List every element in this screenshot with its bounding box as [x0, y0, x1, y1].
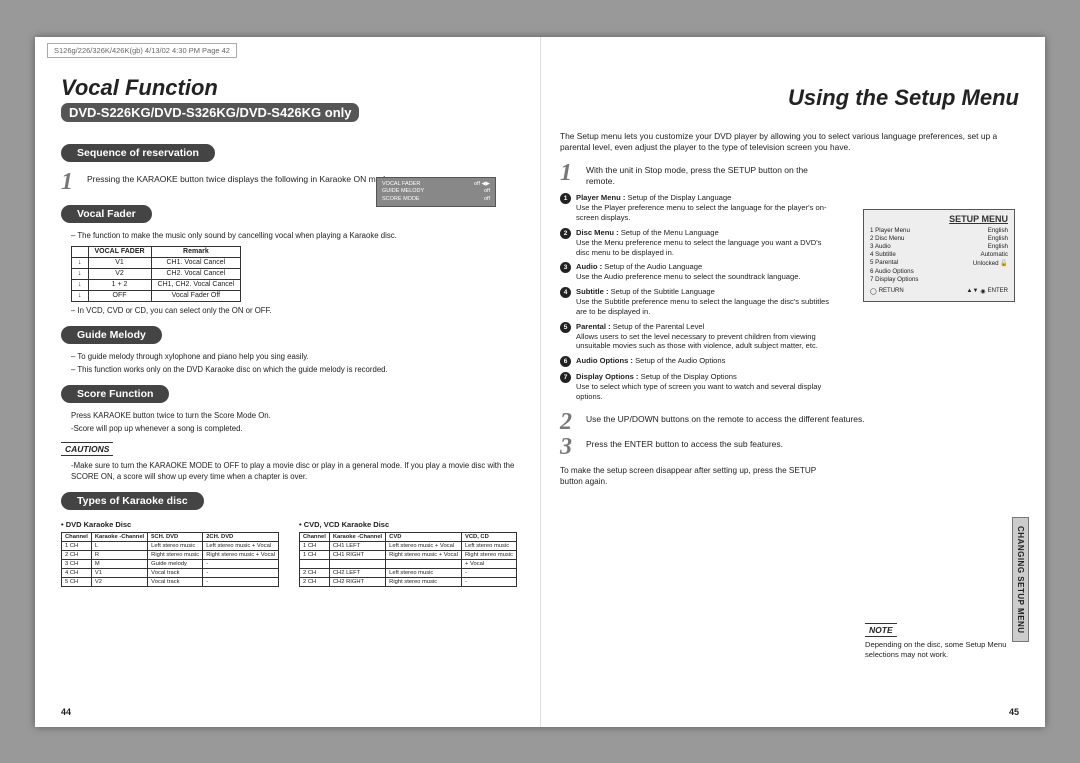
left-subtitle: DVD-S226KG/DVD-S326KG/DVD-S426KG only	[61, 103, 359, 122]
cautions-heading: CAUTIONS	[61, 442, 113, 456]
circle-6-icon: 6	[560, 356, 571, 367]
setup-menu-title: SETUP MENU	[870, 214, 1008, 224]
note-text: Depending on the disc, some Setup Menu s…	[865, 640, 1015, 661]
step-num-1: 1	[61, 172, 79, 194]
vf-note: – In VCD, CVD or CD, you can select only…	[71, 306, 520, 317]
section-seq: Sequence of reservation	[61, 144, 215, 162]
ktype-dvd: DVD Karaoke Disc	[61, 520, 279, 529]
right-intro: The Setup menu lets you customize your D…	[560, 131, 1019, 154]
page-number-right: 45	[1009, 707, 1019, 717]
enter-icon: ◉	[980, 288, 985, 295]
page-number-left: 44	[61, 707, 71, 717]
r-step-num-1: 1	[560, 163, 578, 187]
gm-2: – This function works only on the DVD Ka…	[71, 365, 520, 376]
return-icon: ◯	[870, 288, 877, 295]
section-types: Types of Karaoke disc	[61, 492, 204, 510]
nav-icon: ▲▼	[967, 288, 979, 294]
ktype-cvd: CVD, VCD Karaoke Disc	[299, 520, 517, 529]
step-1-text: Pressing the KARAOKE button twice displa…	[87, 172, 392, 194]
cautions-text: -Make sure to turn the KARAOKE MODE to O…	[71, 461, 520, 482]
note-heading: NOTE	[865, 623, 897, 637]
r-step-3: Press the ENTER button to access the sub…	[586, 437, 783, 459]
left-title: Vocal Function	[61, 75, 520, 101]
vf-desc: – The function to make the music only so…	[71, 231, 520, 242]
cvd-karaoke-table: ChannelKaraoke -ChannelCVDVCD, CD 1 CHCH…	[299, 532, 517, 587]
page-left: Vocal Function DVD-S226KG/DVD-S326KG/DVD…	[35, 37, 540, 727]
right-title: Using the Setup Menu	[560, 85, 1019, 111]
r-step-1: With the unit in Stop mode, press the SE…	[586, 163, 826, 187]
r-step-num-2: 2	[560, 412, 578, 434]
r-step-2: Use the UP/DOWN buttons on the remote to…	[586, 412, 865, 434]
gm-1: – To guide melody through xylophone and …	[71, 352, 520, 363]
circle-7-icon: 7	[560, 372, 571, 383]
circle-4-icon: 4	[560, 287, 571, 298]
setup-menu-box: SETUP MENU 1 Player MenuEnglish 2 Disc M…	[863, 209, 1015, 302]
note-block: NOTE Depending on the disc, some Setup M…	[865, 623, 1015, 661]
score-2: -Score will pop up whenever a song is co…	[71, 424, 520, 435]
vocal-fader-table: VOCAL FADER Remark ↓V1CH1. Vocal Cancel …	[71, 246, 241, 302]
osd-box: VOCAL FADERoff ◀▶ GUIDE MELODYoff SCORE …	[376, 177, 496, 207]
setup-item-list: 1Player Menu : Setup of the Display Lang…	[560, 193, 830, 402]
dvd-karaoke-table: ChannelKaraoke -Channel5CH. DVD2CH. DVD …	[61, 532, 279, 587]
section-vocal-fader: Vocal Fader	[61, 205, 152, 223]
circle-3-icon: 3	[560, 262, 571, 273]
r-closing: To make the setup screen disappear after…	[560, 465, 830, 487]
section-guide-melody: Guide Melody	[61, 326, 162, 344]
circle-1-icon: 1	[560, 193, 571, 204]
section-score: Score Function	[61, 385, 169, 403]
circle-2-icon: 2	[560, 228, 571, 239]
page-right: Using the Setup Menu The Setup menu lets…	[540, 37, 1045, 727]
page-spread: S126g/226/326K/426K(gb) 4/13/02 4:30 PM …	[35, 37, 1045, 727]
r-step-num-3: 3	[560, 437, 578, 459]
score-1: Press KARAOKE button twice to turn the S…	[71, 411, 520, 422]
circle-5-icon: 5	[560, 322, 571, 333]
